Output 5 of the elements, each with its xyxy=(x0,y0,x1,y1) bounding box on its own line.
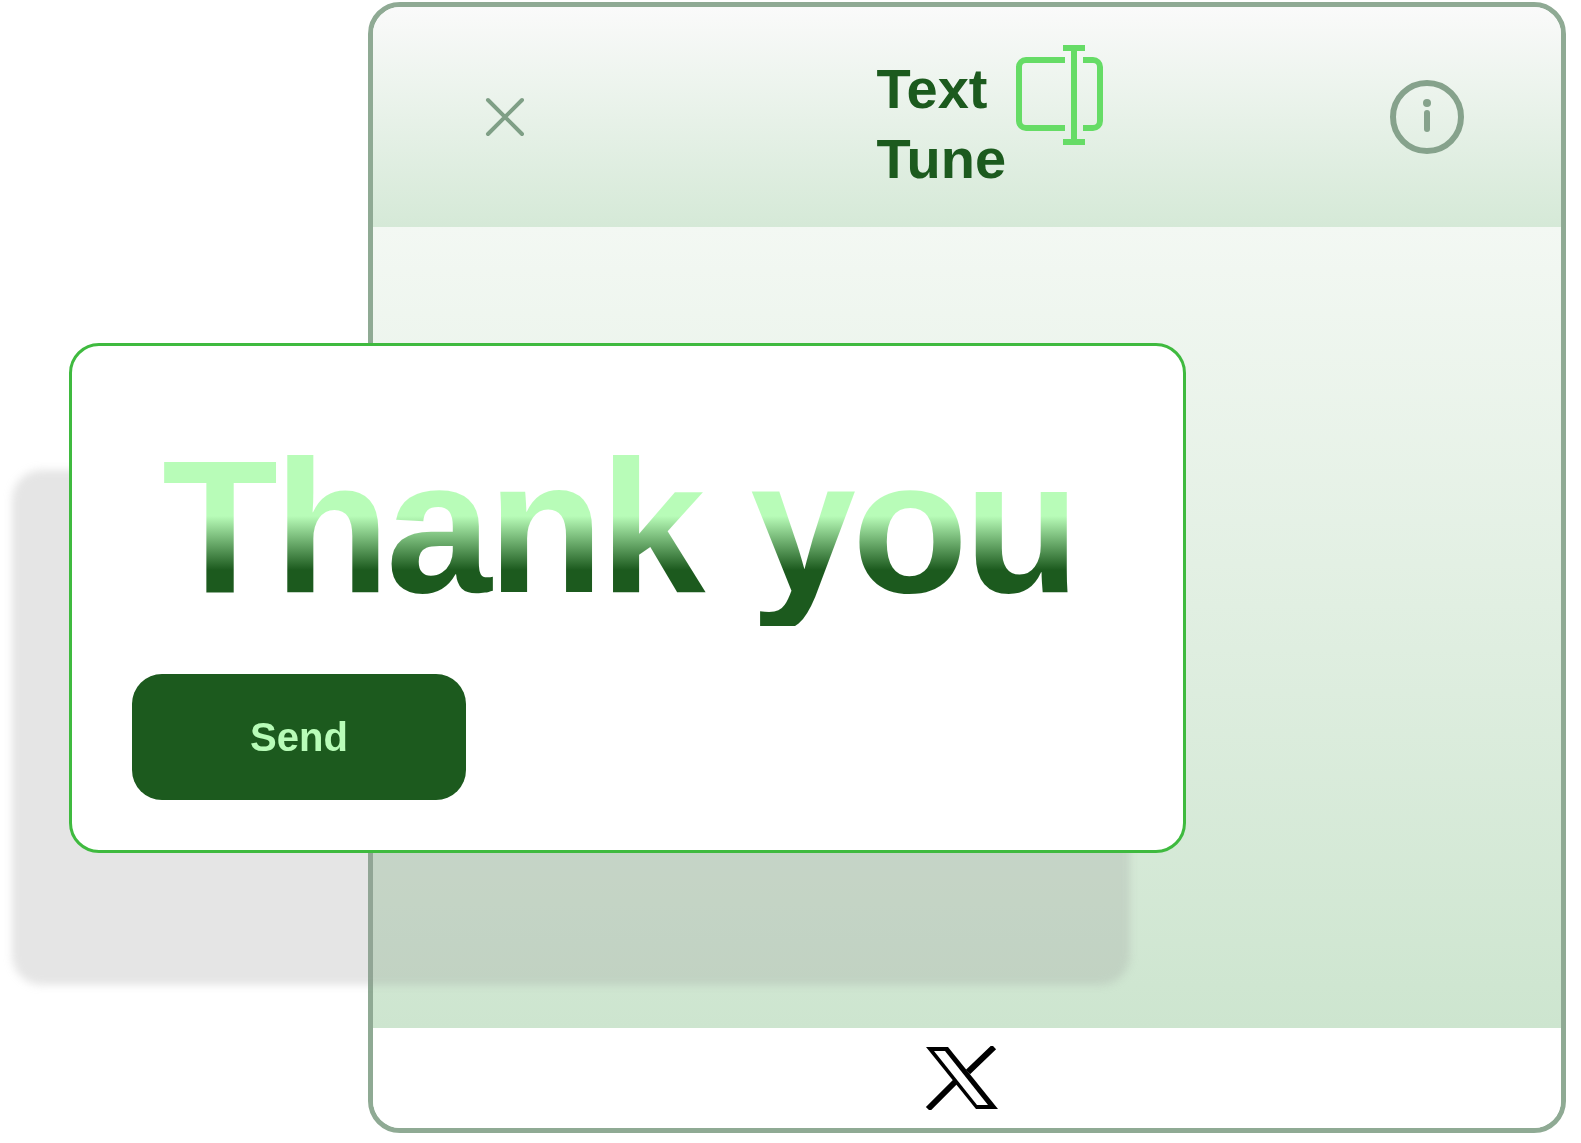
logo-text: Text Tune xyxy=(876,56,1007,192)
close-icon[interactable] xyxy=(485,97,525,137)
info-icon[interactable] xyxy=(1388,78,1466,156)
x-logo-icon[interactable] xyxy=(924,1046,1000,1110)
send-button[interactable]: Send xyxy=(132,674,466,800)
